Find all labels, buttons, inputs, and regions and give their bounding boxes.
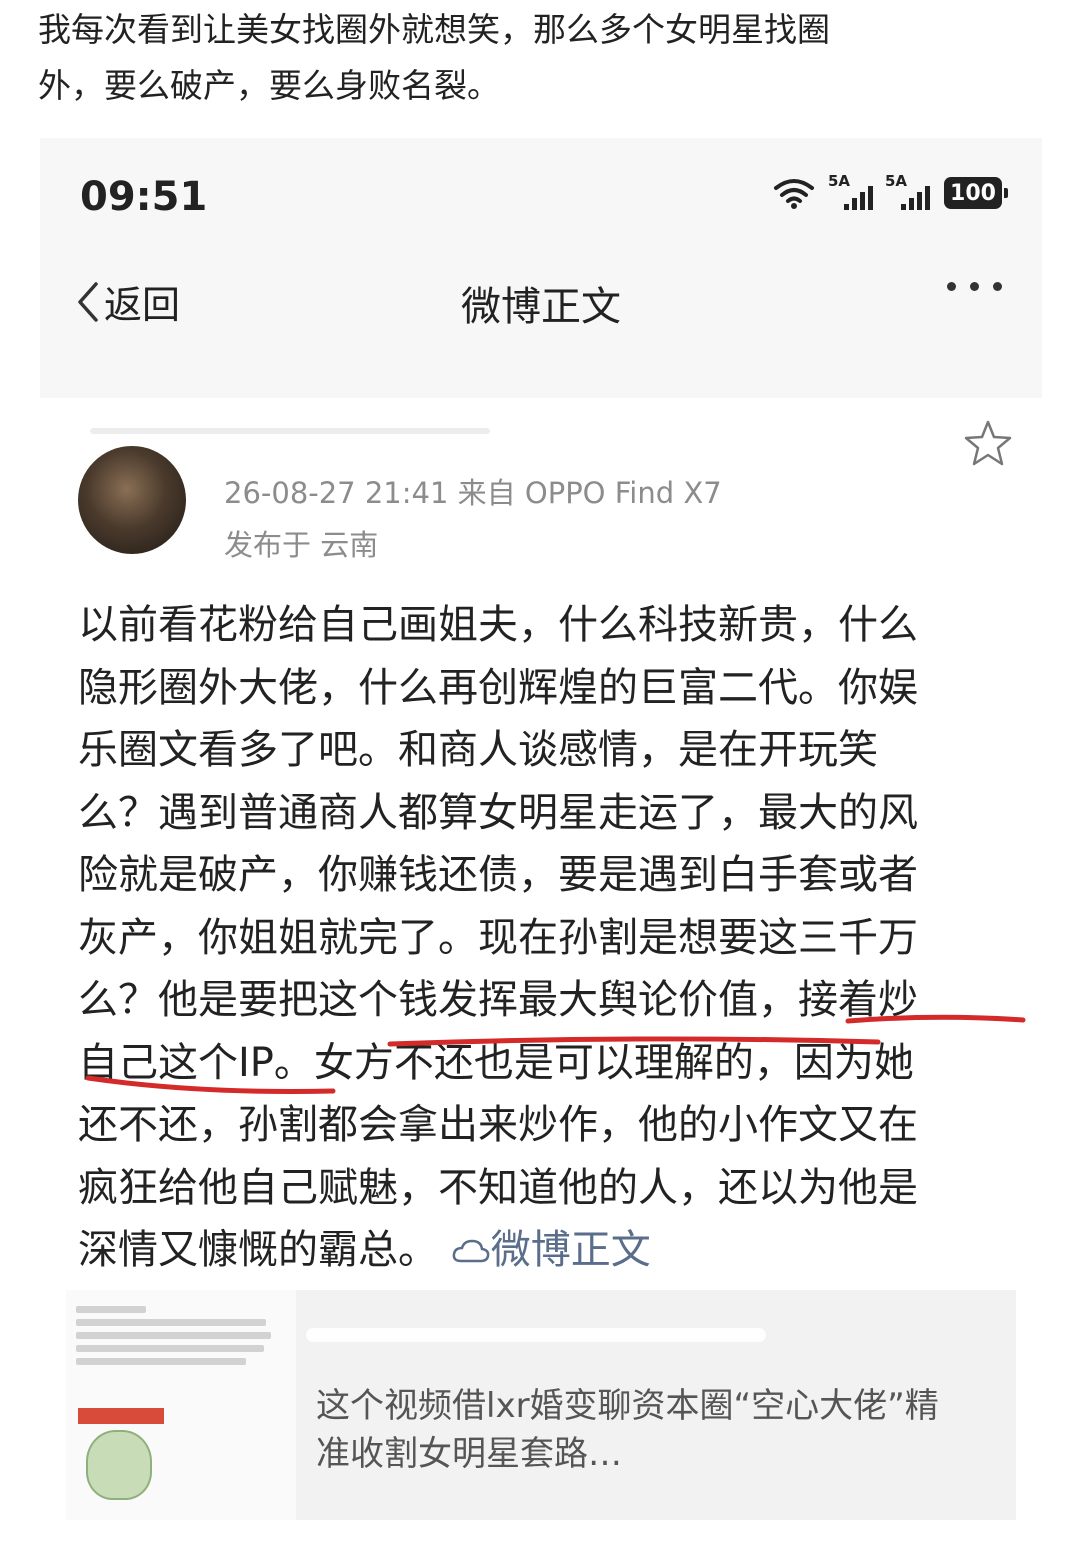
- signal-2-icon: 5A: [885, 172, 930, 210]
- more-dot-icon: [993, 282, 1002, 291]
- avatar[interactable]: [78, 446, 186, 554]
- post-source: 来自 OPPO Find X7: [457, 476, 722, 510]
- signal-1-icon: 5A: [828, 172, 873, 210]
- more-dot-icon: [947, 282, 956, 291]
- post-body: 以前看花粉给自己画姐夫，什么科技新贵，什么 隐形圈外大佬，什么再创辉煌的巨富二代…: [78, 594, 1026, 1282]
- star-icon[interactable]: [962, 418, 1014, 470]
- page-title: 微博正文: [461, 284, 621, 330]
- more-dot-icon: [970, 282, 979, 291]
- caption-line-2: 外，要么破产，要么身败名裂。: [38, 66, 500, 105]
- red-underline-annotation: [85, 1014, 1026, 1094]
- status-icons: 5A 5A 100: [772, 172, 1008, 210]
- caption-line-1: 我每次看到让美女找圈外就想笑，那么多个女明星找圈: [38, 10, 830, 49]
- phone-screenshot: 09:51 5A 5A 100 返回 微博正文 26-08-27 21:41 来…: [40, 138, 1042, 1554]
- post-timestamp: 26-08-27 21:41: [224, 476, 449, 510]
- wifi-icon: [774, 179, 814, 209]
- more-options-button[interactable]: [947, 282, 1002, 291]
- cartoon-face-icon: [86, 1430, 152, 1500]
- weibo-post-card: 26-08-27 21:41 来自 OPPO Find X7 发布于 云南 以前…: [40, 398, 1042, 1554]
- post-location: 发布于 云南: [224, 528, 379, 562]
- shared-card-text: 这个视频借lxr婚变聊资本圈“空心大佬”精准收割女明星套路…: [316, 1386, 939, 1474]
- shared-video-card[interactable]: 这个视频借lxr婚变聊资本圈“空心大佬”精准收割女明星套路…: [66, 1290, 1016, 1520]
- nav-bar: 返回 微博正文: [40, 248, 1042, 348]
- status-time: 09:51: [80, 174, 208, 220]
- status-bar: 09:51 5A 5A 100: [40, 138, 1042, 238]
- thumbnail-badge: [78, 1408, 164, 1424]
- redaction-mark: [306, 1328, 766, 1342]
- post-meta: 26-08-27 21:41 来自 OPPO Find X7: [224, 470, 722, 512]
- redaction-mark: [90, 428, 490, 434]
- battery-icon: 100: [944, 177, 1008, 209]
- video-thumbnail: [66, 1290, 296, 1520]
- caption: 我每次看到让美女找圈外就想笑，那么多个女明星找圈 外，要么破产，要么身败名裂。: [38, 2, 1038, 114]
